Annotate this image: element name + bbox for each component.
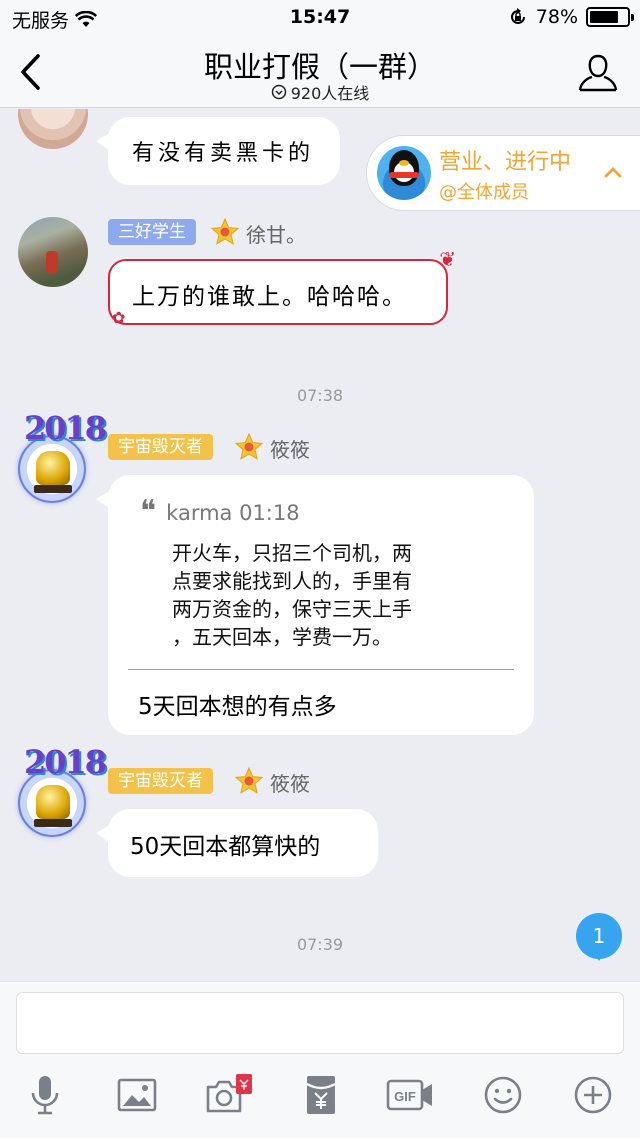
photo-button[interactable]: [112, 1070, 162, 1120]
message-text: 有没有卖黑卡的: [132, 141, 315, 166]
status-left: 无服务: [12, 6, 98, 33]
chat-area[interactable]: 有没有卖黑卡的 营业、进行中 @全体成员 三好学生 徐甘。 ❦ ✿ 上万的谁敢上…: [0, 109, 640, 981]
star-icon: [234, 766, 264, 794]
timestamp: 07:39: [296, 935, 344, 954]
member-badge: 宇宙毁灭者: [108, 434, 213, 460]
message-text: 5天回本想的有点多: [138, 694, 337, 720]
input-area: GIF: [0, 981, 640, 1138]
more-button[interactable]: [568, 1070, 618, 1120]
emoji-button[interactable]: [478, 1070, 528, 1120]
sender-name: 徐甘。: [246, 223, 306, 247]
quoted-text: 开火车，只招三个司机，两 点要求能找到人的，手里有 两万资金的，保守三天上手 ，…: [172, 539, 482, 651]
sender-name: 筱筱: [270, 772, 310, 796]
chevron-down-circle-icon: [271, 84, 286, 100]
chevron-left-icon: [21, 54, 40, 90]
camera-icon: [206, 1074, 252, 1113]
voice-button[interactable]: [20, 1070, 70, 1120]
status-bar: 无服务 15:47 78%: [0, 0, 640, 36]
group-notice-card[interactable]: 营业、进行中 @全体成员: [366, 135, 640, 211]
online-count: 920人在线: [0, 80, 640, 104]
emoji-icon: [484, 1076, 522, 1114]
notice-subtitle: @全体成员: [439, 182, 529, 203]
unread-count-badge[interactable]: 1: [576, 913, 622, 961]
rotation-lock-icon: [510, 8, 525, 24]
chevron-up-icon[interactable]: [601, 160, 625, 184]
star-icon: [210, 217, 240, 245]
quote-author: karma 01:18: [166, 501, 300, 525]
battery-icon: [586, 7, 634, 27]
input-toolbar: GIF: [0, 1070, 640, 1130]
message-input[interactable]: [16, 992, 624, 1054]
quote-mark-icon: ❝: [140, 494, 157, 529]
svg-text:GIF: GIF: [394, 1089, 416, 1104]
avatar-year-label: 2018: [24, 743, 107, 781]
group-profile-button[interactable]: [574, 48, 622, 96]
gif-button[interactable]: GIF: [386, 1070, 436, 1120]
sender-name: 筱筱: [270, 438, 310, 462]
image-icon: [117, 1078, 157, 1112]
battery-percent: 78%: [535, 6, 578, 28]
quote-divider: [128, 669, 514, 670]
avatar[interactable]: 2018: [14, 743, 107, 843]
flame-decoration-icon: ❦: [439, 247, 456, 271]
star-icon: [234, 432, 264, 460]
member-badge: 宇宙毁灭者: [108, 768, 213, 794]
avatar[interactable]: [18, 109, 88, 149]
avatar-year-label: 2018: [24, 409, 107, 447]
status-right: 78%: [508, 6, 634, 28]
message-bubble[interactable]: 50天回本都算快的: [96, 809, 378, 877]
plus-icon: [574, 1076, 612, 1114]
message-text: 50天回本都算快的: [130, 834, 321, 860]
quote-header: ❝ karma 01:18: [140, 494, 300, 529]
quoted-line: 两万资金的，保守三天上手: [172, 597, 412, 621]
message-bubble[interactable]: ❦ ✿ 上万的谁敢上。哈哈哈。: [108, 247, 456, 327]
notice-title: 营业、进行中: [439, 150, 572, 175]
back-button[interactable]: [8, 48, 52, 96]
online-count-label: 920人在线: [290, 84, 370, 103]
avatar[interactable]: 2018: [14, 409, 107, 509]
red-packet-icon: [306, 1076, 336, 1114]
nav-bar: 职业打假（一群） 920人在线: [0, 36, 640, 108]
battery-fill: [590, 11, 619, 23]
quoted-line: ，五天回本，学费一万。: [172, 625, 392, 649]
quoted-line: 点要求能找到人的，手里有: [172, 569, 412, 593]
gif-icon: GIF: [386, 1079, 432, 1111]
avatar[interactable]: [18, 217, 88, 287]
message-text: 上万的谁敢上。哈哈哈。: [132, 284, 407, 310]
red-packet-button[interactable]: [296, 1070, 346, 1120]
message-bubble[interactable]: 有没有卖黑卡的: [96, 117, 340, 185]
camera-button[interactable]: [204, 1070, 254, 1120]
wifi-icon: [75, 10, 98, 27]
mic-icon: [31, 1076, 59, 1115]
qq-penguin-icon: [377, 146, 431, 200]
quoted-line: 开火车，只招三个司机，两: [172, 541, 412, 565]
flower-decoration-icon: ✿: [112, 308, 126, 327]
member-badge: 三好学生: [108, 219, 196, 245]
person-icon: [578, 54, 618, 92]
quote-reply-bubble[interactable]: ❝ karma 01:18 开火车，只招三个司机，两 点要求能找到人的，手里有 …: [96, 475, 534, 735]
timestamp: 07:38: [296, 386, 344, 405]
chat-title: 职业打假（一群）: [203, 50, 436, 84]
carrier-label: 无服务: [12, 10, 70, 32]
